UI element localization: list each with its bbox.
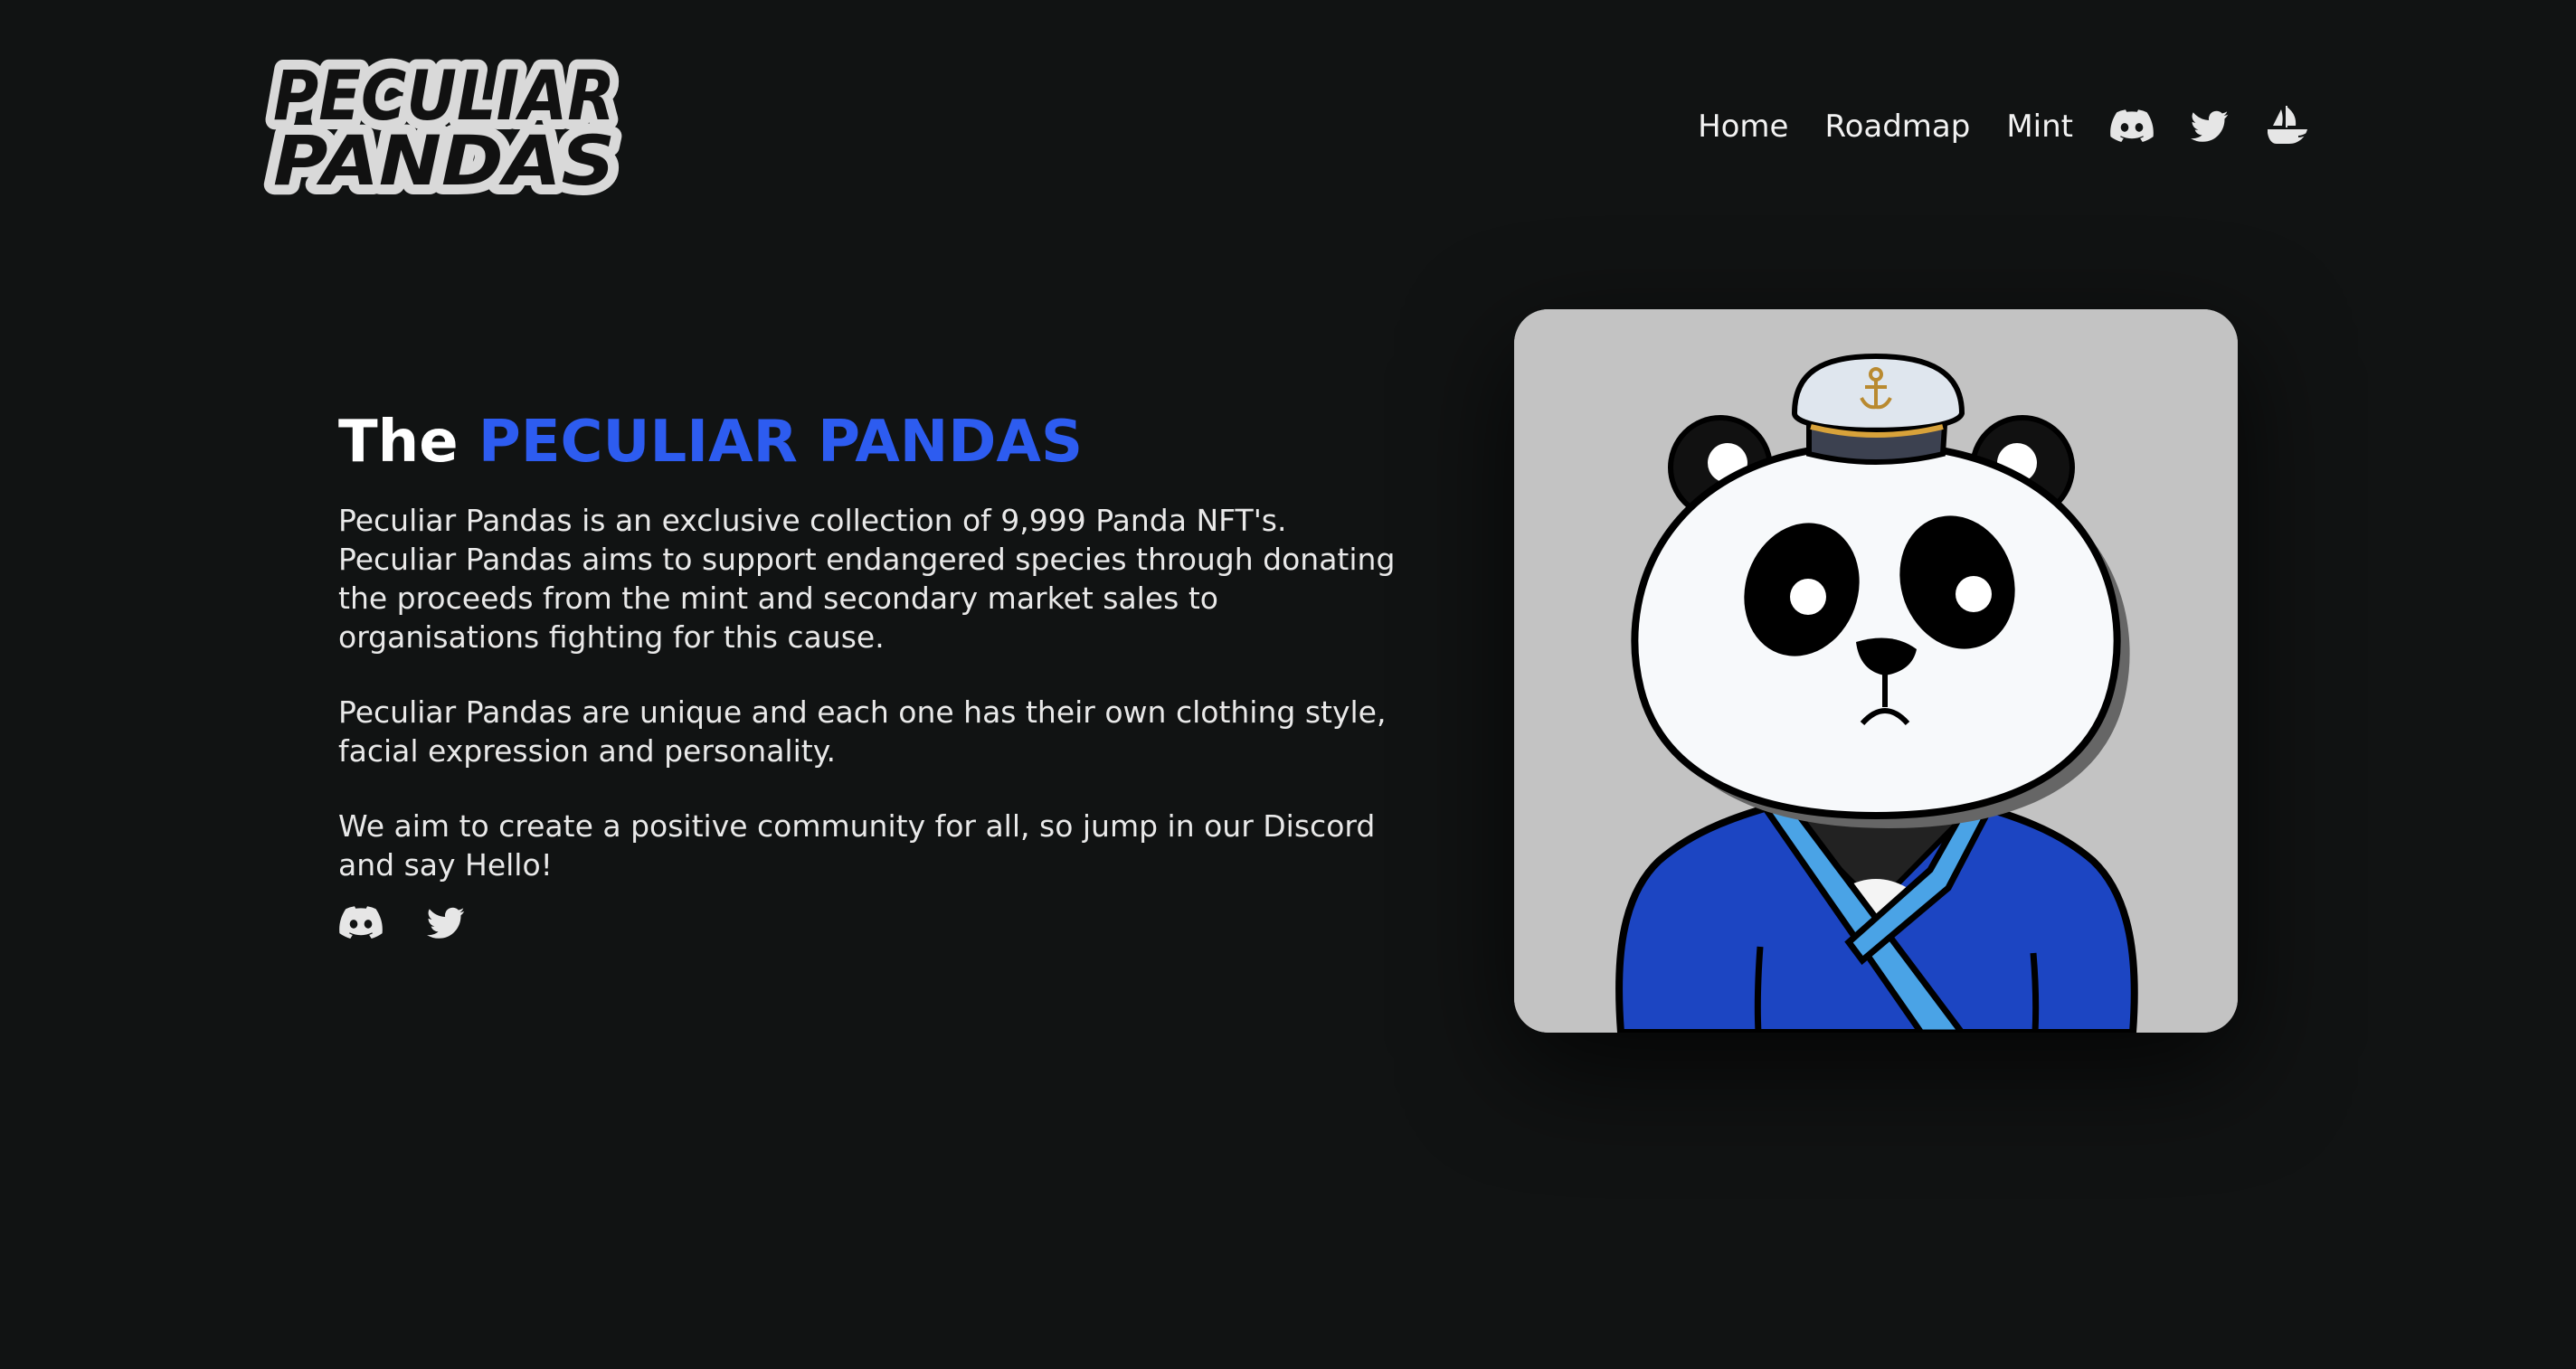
svg-text:PANDAS: PANDAS: [273, 120, 615, 199]
hero-social-links: [338, 901, 1406, 946]
discord-icon[interactable]: [2109, 104, 2155, 149]
main-nav: Home Roadmap Mint: [1698, 101, 2310, 152]
hero-title-accent: PECULIAR PANDAS: [478, 409, 1084, 476]
twitter-icon[interactable]: [423, 901, 469, 946]
hero-title: The PECULIAR PANDAS: [338, 405, 1406, 479]
discord-icon[interactable]: [338, 901, 384, 946]
twitter-icon[interactable]: [2187, 104, 2232, 149]
panda-image-card: [1514, 309, 2238, 1033]
peculiar-pandas-logo[interactable]: PECULIAR PECULIAR PANDAS PANDAS: [262, 52, 626, 199]
hero-paragraph-3: We aim to create a positive community fo…: [338, 808, 1376, 883]
nav-roadmap-link[interactable]: Roadmap: [1824, 109, 1970, 145]
hero-paragraph-1: Peculiar Pandas is an exclusive collecti…: [338, 503, 1396, 655]
opensea-icon[interactable]: [2265, 104, 2310, 149]
panda-illustration: [1514, 309, 2238, 1033]
page: PECULIAR PECULIAR PANDAS PANDAS Home Roa…: [0, 0, 2576, 1369]
hero-section: The PECULIAR PANDAS Peculiar Pandas is a…: [338, 405, 1406, 946]
nav-mint-link[interactable]: Mint: [2006, 109, 2073, 145]
hero-title-prefix: The: [338, 409, 459, 476]
nav-home-link[interactable]: Home: [1698, 109, 1788, 145]
hero-paragraph-2: Peculiar Pandas are unique and each one …: [338, 694, 1387, 769]
